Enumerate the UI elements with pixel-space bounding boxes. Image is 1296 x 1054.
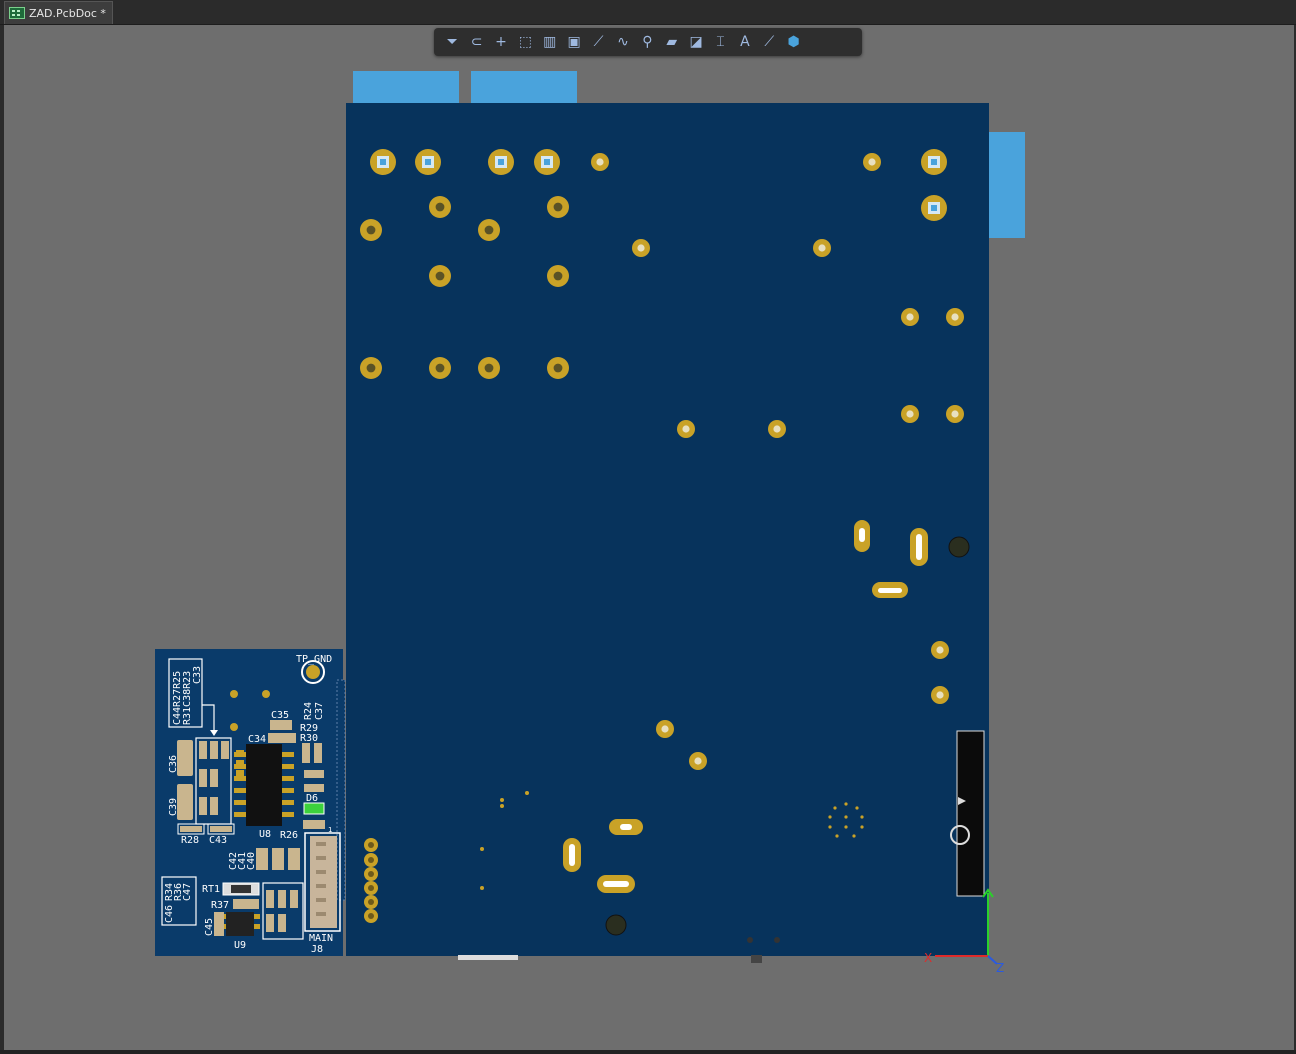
label-r26: R26 — [280, 830, 298, 841]
label-c43: C43 — [209, 835, 227, 846]
line-icon[interactable]: ⟋ — [757, 30, 781, 54]
axis-z-label: Z — [996, 961, 1004, 975]
magnet-icon[interactable]: ⊂ — [464, 30, 488, 54]
pad-hole — [553, 202, 563, 212]
pad-hole — [435, 363, 445, 373]
pad-hole — [773, 425, 781, 433]
pad-square-core — [425, 159, 431, 165]
status-strip — [0, 1050, 1296, 1054]
pad-hole — [553, 363, 563, 373]
pad-hole — [661, 725, 669, 733]
pcb-canvas[interactable]: TP_GND C44R27R25 R31C38R23 C33 C36 C39 R… — [0, 0, 1296, 1054]
label-c36: C36 — [168, 755, 179, 773]
label-tp-gnd: TP_GND — [296, 654, 332, 665]
filter-icon[interactable]: ⏷ — [440, 30, 464, 54]
pad-hole — [682, 425, 690, 433]
3d-icon[interactable]: ⬢ — [781, 30, 805, 54]
pad-hole — [366, 363, 376, 373]
label-c34: C34 — [248, 734, 266, 745]
pad-hole — [868, 158, 876, 166]
pad-hole — [366, 225, 376, 235]
route-icon[interactable]: ⟋ — [586, 30, 610, 54]
pad-square-core — [380, 159, 386, 165]
label-u9: U9 — [234, 940, 246, 951]
label-main: MAIN — [309, 933, 333, 944]
pad-hole — [951, 410, 959, 418]
pad-hole — [818, 244, 826, 252]
pad-square-core — [931, 205, 937, 211]
main-board[interactable] — [346, 103, 989, 956]
label-r24: R24 — [303, 702, 314, 720]
pad-hole — [936, 691, 944, 699]
label-u8: U8 — [259, 829, 271, 840]
pad-hole — [484, 363, 494, 373]
pad-hole — [435, 271, 445, 281]
pad-via-icon[interactable]: ⚲ — [635, 30, 659, 54]
pad-hole — [906, 410, 914, 418]
active-bar-toolbar: ⏷ ⊂ + ⬚ ▥ ▣ ⟋ ∿ ⚲ ▰ ◪ ⌶ A ⟋ ⬢ — [434, 28, 862, 56]
select-rect-icon[interactable]: ⬚ — [513, 30, 537, 54]
crosshair-icon[interactable]: + — [489, 30, 513, 54]
label-c40: C40 — [246, 852, 257, 870]
pad-hole — [694, 757, 702, 765]
label-c39: C39 — [168, 798, 179, 816]
pad-hole — [906, 313, 914, 321]
interactive-route-icon[interactable]: ∿ — [611, 30, 635, 54]
label-c35: C35 — [271, 710, 289, 721]
pad-hole — [553, 271, 563, 281]
breakaway-tabs — [336, 679, 346, 901]
usb-outline — [458, 955, 518, 960]
label-c46: C46 — [164, 905, 175, 923]
component-icon[interactable]: ▣ — [562, 30, 586, 54]
align-icon[interactable]: ▥ — [538, 30, 562, 54]
axis-x-label: X — [924, 951, 932, 965]
pad-hole — [637, 244, 645, 252]
copper-tab-3 — [985, 132, 1025, 238]
label-pin1: 1 — [328, 826, 332, 834]
label-rt1: RT1 — [202, 884, 220, 895]
label-c45: C45 — [204, 918, 215, 936]
label-d6: D6 — [306, 793, 318, 804]
mounting-hole-2 — [605, 914, 627, 936]
text-icon[interactable]: A — [733, 30, 757, 54]
label-r28: R28 — [181, 835, 199, 846]
pad-hole — [435, 202, 445, 212]
graph-icon[interactable]: ◪ — [684, 30, 708, 54]
label-c37: C37 — [314, 702, 325, 720]
pad-hole — [484, 225, 494, 235]
copper-tab-2 — [471, 71, 577, 107]
copper-tab-1 — [353, 71, 459, 107]
pad-square-core — [498, 159, 504, 165]
mounting-hole-1 — [948, 536, 970, 558]
pad-hole — [936, 646, 944, 654]
dimension-icon[interactable]: ⌶ — [708, 30, 732, 54]
label-r37: R37 — [211, 900, 229, 911]
side-connector — [956, 730, 985, 897]
pad-square-core — [931, 159, 937, 165]
label-refs-box-3: C33 — [192, 666, 203, 684]
label-r30: R30 — [300, 733, 318, 744]
polygon-icon[interactable]: ▰ — [660, 30, 684, 54]
pad-hole — [596, 158, 604, 166]
label-j8: J8 — [311, 944, 323, 955]
pad-hole — [951, 313, 959, 321]
label-c47: C47 — [182, 883, 193, 901]
pad-square-core — [544, 159, 550, 165]
